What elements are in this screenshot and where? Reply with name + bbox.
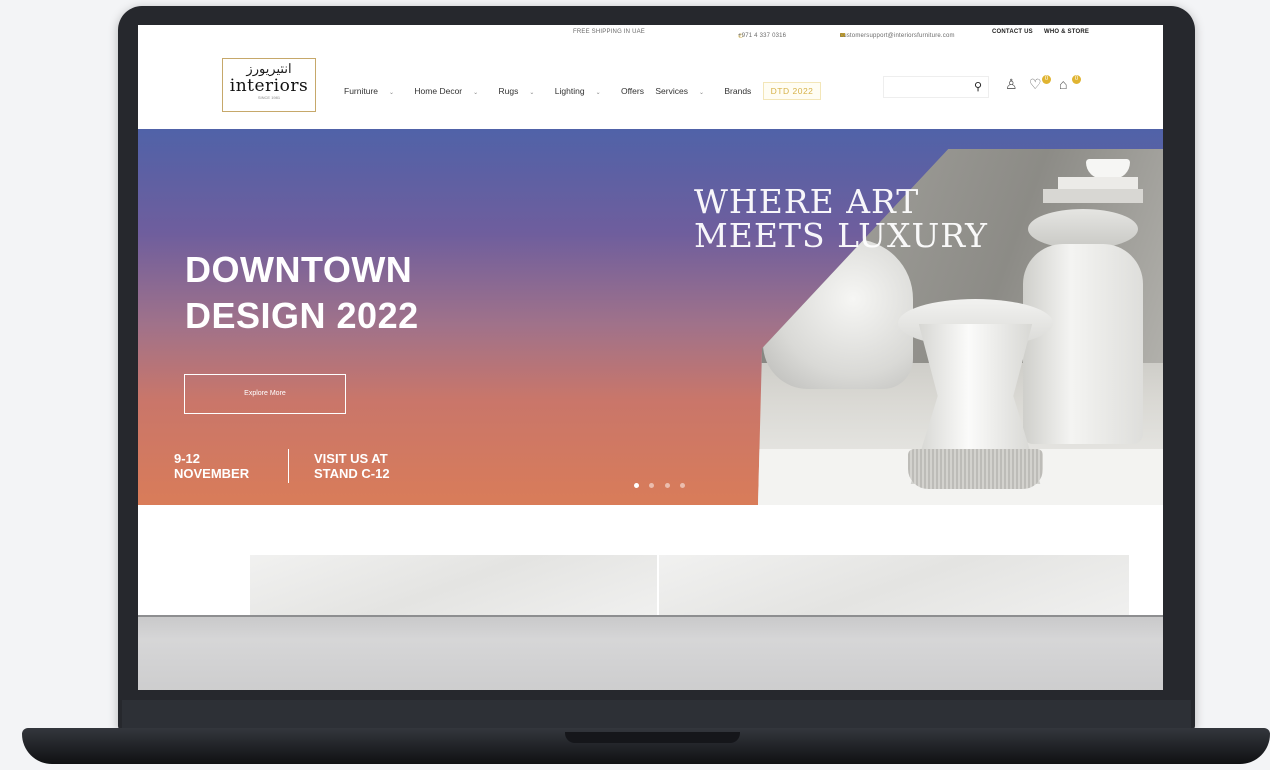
slider-dot[interactable] <box>634 483 639 488</box>
search-input[interactable]: ⚲ <box>883 76 989 98</box>
laptop-notch <box>565 732 740 743</box>
chevron-down-icon: ⌄ <box>529 90 535 96</box>
chevron-down-icon: ⌄ <box>698 90 704 96</box>
logo-english: interiors <box>229 76 309 96</box>
store-link[interactable]: WHO & STORE <box>1044 29 1089 35</box>
screen-bottom-band <box>138 615 1163 690</box>
hero-tagline: WHERE ART MEETS LUXURY <box>694 185 988 253</box>
content-section <box>138 505 1163 690</box>
site-logo[interactable]: انتيريورز interiors SINCE 1981 <box>222 58 316 112</box>
shipping-notice: FREE SHIPPING IN UAE <box>573 29 646 35</box>
nav-item-home-decor[interactable]: Home Decor ⌄ <box>414 86 487 96</box>
nav-label: Lighting <box>554 86 585 96</box>
phone-number: +971 4 337 0316 <box>738 33 787 39</box>
browser-screen: FREE SHIPPING IN UAE ✆ +971 4 337 0316 cu… <box>138 25 1163 690</box>
category-tile[interactable] <box>659 555 1129 615</box>
heart-icon[interactable]: ♡ <box>1029 76 1042 93</box>
site-header: انتيريورز interiors SINCE 1981 Furniture… <box>138 41 1163 129</box>
photo-stool-base <box>908 449 1043 489</box>
event-stand: VISIT US AT STAND C-12 <box>314 451 390 481</box>
category-tile[interactable] <box>250 555 657 615</box>
nav-label: Furniture <box>344 86 379 96</box>
user-icon[interactable]: ♙ <box>1005 76 1018 93</box>
nav-item-rugs[interactable]: Rugs ⌄ <box>499 86 544 96</box>
event-date-month: NOVEMBER <box>174 466 250 481</box>
event-visit-label: VISIT US AT <box>314 451 388 466</box>
chevron-down-icon: ⌄ <box>595 90 601 96</box>
hero-title: DOWNTOWN DESIGN 2022 <box>185 247 419 339</box>
nav-item-lighting[interactable]: Lighting ⌄ <box>555 86 610 96</box>
nav-label: Rugs <box>498 86 519 96</box>
chevron-down-icon: ⌄ <box>389 90 395 96</box>
event-date-days: 9-12 <box>174 451 201 466</box>
event-stand-number: STAND C-12 <box>314 466 390 481</box>
email-address: customersupport@interiorsfurniture.com <box>840 33 955 39</box>
nav-item-furniture[interactable]: Furniture ⌄ <box>344 86 403 96</box>
top-utility-bar: FREE SHIPPING IN UAE ✆ +971 4 337 0316 cu… <box>138 25 1163 41</box>
hero-title-line2: DESIGN 2022 <box>185 295 419 336</box>
slider-dot[interactable] <box>664 483 670 488</box>
search-icon[interactable]: ⚲ <box>974 80 982 93</box>
hero-title-line1: DOWNTOWN <box>185 249 413 290</box>
main-nav: Furniture ⌄ Home Decor ⌄ Rugs ⌄ Lighting ⌄ O… <box>344 82 830 100</box>
logo-arabic: انتيريورز <box>246 62 292 77</box>
photo-side-table <box>1023 244 1143 444</box>
slider-dot[interactable] <box>649 483 655 488</box>
contact-us-link[interactable]: CONTACT US <box>992 29 1033 35</box>
cart-count-badge: 0 <box>1072 75 1081 84</box>
nav-item-promo[interactable]: DTD 2022 <box>762 82 822 100</box>
photo-books-top <box>1058 177 1138 189</box>
nav-item-offers[interactable]: Offers <box>621 86 644 96</box>
event-divider <box>288 449 289 483</box>
wishlist-count-badge: 0 <box>1042 75 1051 84</box>
chevron-down-icon: ⌄ <box>473 90 479 96</box>
explore-more-button[interactable]: Explore More <box>184 374 346 414</box>
slider-dots <box>634 475 691 493</box>
hero-tagline-line2: MEETS LUXURY <box>694 216 988 255</box>
hero-banner: DOWNTOWN DESIGN 2022 WHERE ART MEETS LUX… <box>138 129 1163 505</box>
nav-label: Services <box>655 86 688 96</box>
bag-icon[interactable]: ⌂ <box>1059 76 1067 92</box>
event-dates: 9-12 NOVEMBER <box>174 451 249 481</box>
photo-books <box>1043 189 1143 203</box>
nav-item-services[interactable]: Services ⌄ <box>655 86 713 96</box>
photo-side-table-top <box>1028 209 1138 249</box>
nav-item-brands[interactable]: Brands <box>724 86 751 96</box>
nav-label: Home Decor <box>414 86 463 96</box>
slider-dot[interactable] <box>680 483 686 488</box>
